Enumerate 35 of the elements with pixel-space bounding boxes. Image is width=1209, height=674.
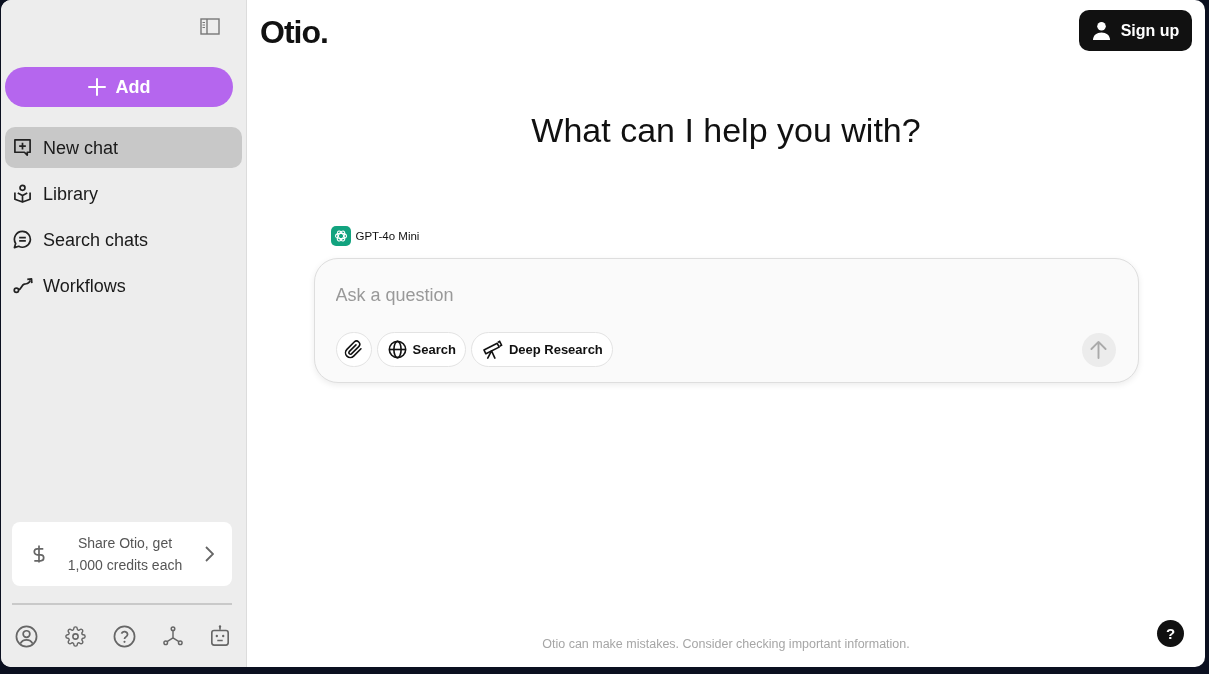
user-icon [1091,21,1111,40]
sidebar-nav-item[interactable]: Search chats [5,219,242,260]
disclaimer-text: Otio can make mistakes. Consider checking important information. [542,637,910,651]
globe-icon [387,340,407,359]
sign-up-button[interactable]: Sign up [1079,10,1192,51]
model-selector[interactable]: GPT-4o Mini [355,230,420,242]
sidebar-nav-item[interactable]: New chat [5,127,242,168]
plus-icon [87,78,106,96]
workflow-icon [13,277,34,294]
tool-button[interactable]: Deep Research [470,332,613,367]
network-nodes-icon[interactable] [163,626,183,646]
sidebar-nav-item[interactable]: Library [5,173,242,214]
tool-button[interactable]: Search [376,332,466,367]
dollar-icon [33,544,45,564]
chevron-right-icon [205,546,214,562]
arrow-up-icon [1090,340,1107,359]
logo[interactable]: Otio. [260,14,328,50]
profile-icon[interactable] [15,624,38,648]
referral-card[interactable]: Share Otio, get 1,000 credits each [12,522,232,586]
page-heading: What can I help you with? [531,110,921,150]
sidebar-nav-item[interactable]: Workflows [5,265,242,306]
book-reader-icon [13,184,32,203]
telescope-icon [481,340,503,359]
help-circle-icon[interactable] [113,624,136,648]
question-input[interactable]: Ask a question [335,281,736,309]
model-logo-icon [330,226,351,246]
paperclip-icon [344,340,363,359]
sidebar-toggle-icon[interactable] [200,18,220,35]
robot-icon[interactable] [210,625,230,647]
help-button[interactable]: ? [1157,620,1184,647]
attach-button[interactable] [335,332,372,367]
referral-text: Share Otio, get 1,000 credits each [66,534,184,575]
chat-bubble-icon [13,230,32,249]
settings-icon[interactable] [65,625,86,647]
new-chat-icon [13,138,32,157]
